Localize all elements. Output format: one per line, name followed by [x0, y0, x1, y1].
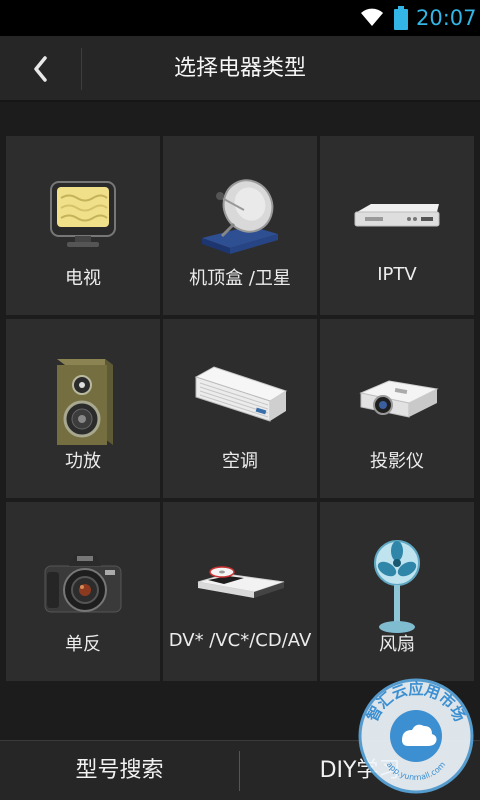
- set-top-box-icon: [354, 204, 440, 227]
- speaker-icon: [57, 359, 113, 445]
- device-label: 投影仪: [370, 451, 424, 472]
- camera-icon: [44, 554, 122, 613]
- device-label: 单反: [65, 634, 101, 655]
- device-tile-fan[interactable]: 风扇: [320, 502, 474, 681]
- satellite-dish-icon: [202, 179, 278, 254]
- device-tile-tv[interactable]: 电视: [6, 136, 160, 315]
- device-tile-set-top-box[interactable]: 机顶盒 /卫星: [163, 136, 317, 315]
- chevron-left-icon: [34, 56, 47, 82]
- device-tile-projector[interactable]: 投影仪: [320, 319, 474, 498]
- title-bar: 选择电器类型: [0, 36, 480, 102]
- device-tile-amplifier[interactable]: 功放: [6, 319, 160, 498]
- status-bar: 20:07: [0, 0, 480, 36]
- device-label: 空调: [222, 451, 258, 472]
- battery-icon: [394, 6, 408, 30]
- wifi-icon: [361, 8, 383, 26]
- clock: 20:07: [416, 6, 477, 30]
- device-label: DV* /VC*/CD/AV: [168, 630, 312, 651]
- watermark-badge: 智汇云应用市场 app.yunmall.com: [358, 678, 474, 794]
- dvd-player-icon: [197, 566, 285, 598]
- device-label: 电视: [65, 268, 101, 289]
- device-tile-air-conditioner[interactable]: 空调: [163, 319, 317, 498]
- device-label: 风扇: [379, 634, 415, 655]
- device-tile-dslr[interactable]: 单反: [6, 502, 160, 681]
- tv-icon: [50, 181, 116, 247]
- device-tile-dvd[interactable]: DV* /VC*/CD/AV: [163, 502, 317, 681]
- device-grid: 电视 机顶盒 /卫星 IPTV 功放 空调 投影仪 单反 DV* /VC*/CD…: [6, 136, 474, 681]
- device-label: IPTV: [377, 264, 417, 285]
- device-label: 机顶盒 /卫星: [189, 268, 291, 289]
- back-button[interactable]: [0, 36, 82, 102]
- projector-icon: [359, 380, 439, 418]
- model-search-button[interactable]: 型号搜索: [0, 741, 239, 800]
- air-conditioner-icon: [194, 366, 288, 422]
- fan-icon: [374, 540, 420, 633]
- device-label: 功放: [65, 451, 101, 472]
- page-title: 选择电器类型: [173, 56, 306, 81]
- device-tile-iptv[interactable]: IPTV: [320, 136, 474, 315]
